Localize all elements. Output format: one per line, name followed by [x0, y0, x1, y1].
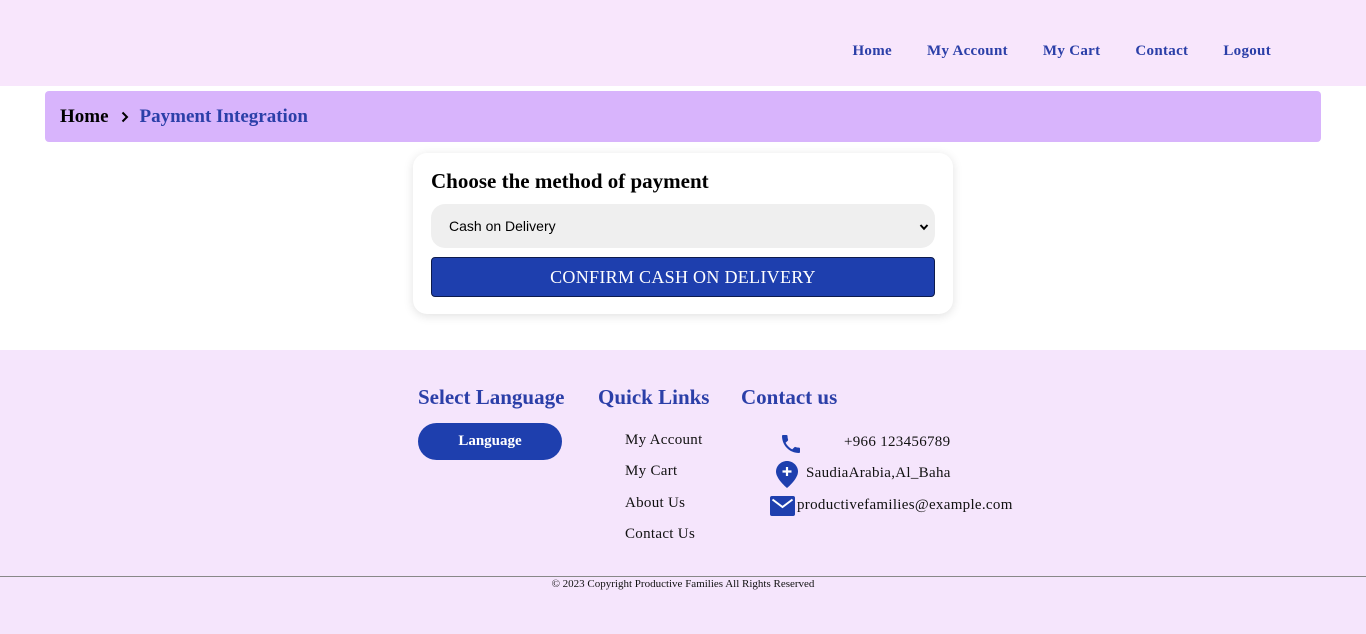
top-header: Home My Account My Cart Contact Logout	[0, 0, 1366, 86]
nav-logout[interactable]: Logout	[1223, 43, 1271, 60]
mail-icon	[770, 496, 795, 521]
location-icon	[776, 461, 798, 493]
contact-us-title: Contact us	[741, 385, 838, 409]
footer-divider	[0, 576, 1366, 577]
confirm-cash-on-delivery-button[interactable]: CONFIRM CASH ON DELIVERY	[431, 257, 935, 297]
contact-email[interactable]: productivefamilies@example.com	[797, 497, 1013, 514]
footer: Select Language Language Quick Links My …	[0, 350, 1366, 634]
quick-links-title: Quick Links	[598, 385, 710, 409]
payment-card: Choose the method of payment Cash on Del…	[413, 153, 953, 314]
chevron-down-icon	[919, 219, 929, 235]
chevron-right-icon	[121, 111, 129, 123]
main-nav: Home My Account My Cart Contact Logout	[852, 43, 1271, 60]
contact-phone: +966 123456789	[844, 434, 951, 450]
payment-method-select[interactable]: Cash on Delivery	[431, 204, 935, 248]
payment-method-value: Cash on Delivery	[449, 218, 556, 234]
footer-link-my-cart[interactable]: My Cart	[625, 463, 678, 480]
nav-my-cart[interactable]: My Cart	[1043, 43, 1101, 60]
footer-link-about-us[interactable]: About Us	[625, 495, 685, 512]
select-language-title: Select Language	[418, 385, 565, 409]
breadcrumb-current: Payment Integration	[139, 105, 308, 127]
footer-link-contact-us[interactable]: Contact Us	[625, 526, 695, 543]
phone-icon	[779, 432, 803, 461]
copyright-text: © 2023 Copyright Productive Families All…	[551, 578, 815, 590]
payment-title: Choose the method of payment	[431, 169, 709, 193]
nav-my-account[interactable]: My Account	[927, 43, 1008, 60]
language-button[interactable]: Language	[418, 423, 562, 460]
breadcrumb: Home Payment Integration	[45, 91, 1321, 142]
nav-contact[interactable]: Contact	[1135, 43, 1188, 60]
nav-home[interactable]: Home	[852, 43, 892, 60]
breadcrumb-home[interactable]: Home	[60, 106, 109, 128]
footer-link-my-account[interactable]: My Account	[625, 432, 703, 449]
contact-address: SaudiaArabia,Al_Baha	[806, 465, 951, 481]
